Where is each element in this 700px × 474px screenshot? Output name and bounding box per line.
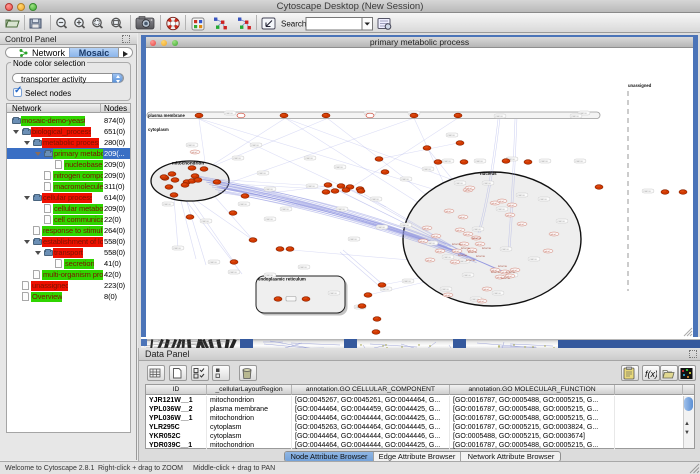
svg-text:lab el: lab el	[477, 244, 483, 246]
svg-text:nam e: nam e	[576, 160, 584, 163]
svg-text:lab el: lab el	[454, 251, 460, 253]
svg-text:nam e: nam e	[484, 182, 492, 185]
svg-text:lab el: lab el	[452, 262, 458, 264]
svg-text:nam e: nam e	[404, 280, 412, 283]
svg-text:nam e: nam e	[428, 242, 436, 245]
svg-text:nam e: nam e	[518, 194, 526, 197]
svg-text:nam e: nam e	[300, 266, 308, 269]
svg-text:nam e: nam e	[338, 208, 346, 211]
svg-text:nam e: nam e	[442, 288, 450, 291]
svg-text:la bel na: la bel na	[491, 272, 500, 274]
svg-text:lab el: lab el	[499, 201, 505, 203]
svg-text:nam e: nam e	[230, 271, 238, 274]
svg-text:lab el: lab el	[461, 244, 467, 246]
svg-text:nam e: nam e	[252, 144, 260, 147]
svg-text:cytoplasm: cytoplasm	[148, 127, 169, 132]
svg-text:lab el: lab el	[192, 152, 198, 154]
svg-text:nam e: nam e	[210, 261, 218, 264]
svg-text:Search:: Search:	[281, 20, 309, 29]
svg-text:nam e: nam e	[378, 226, 386, 229]
svg-text:la bel na: la bel na	[482, 248, 491, 250]
svg-text:lab el: lab el	[479, 301, 485, 303]
svg-text:plasma membrane: plasma membrane	[148, 113, 185, 118]
svg-text:lab el: lab el	[427, 260, 433, 262]
svg-text:nam e: nam e	[174, 247, 182, 250]
svg-text:nam e: nam e	[644, 190, 652, 193]
svg-text:nam e: nam e	[444, 160, 452, 163]
svg-text:la bel na: la bel na	[468, 252, 477, 254]
svg-text:la bel na: la bel na	[458, 255, 467, 257]
svg-text:la bel na: la bel na	[452, 244, 461, 246]
svg-text:nam e: nam e	[330, 292, 338, 295]
svg-text:nam e: nam e	[474, 228, 482, 231]
svg-text:lab el: lab el	[420, 241, 426, 243]
svg-text:lab el: lab el	[465, 234, 471, 236]
svg-text:mitochondrion: mitochondrion	[172, 161, 204, 166]
svg-text:lab el: lab el	[545, 251, 551, 253]
svg-text:nucleus: nucleus	[480, 171, 497, 176]
svg-text:nam e: nam e	[234, 157, 242, 160]
svg-text:lab el: lab el	[446, 211, 452, 213]
svg-text:nam e: nam e	[541, 160, 549, 163]
svg-text:unassigned: unassigned	[628, 83, 652, 88]
svg-text:lab el: lab el	[457, 230, 463, 232]
svg-text:nam e: nam e	[502, 248, 510, 251]
svg-text:lab el: lab el	[492, 203, 498, 205]
svg-text:nam e: nam e	[424, 168, 432, 171]
svg-text:nam e: nam e	[476, 160, 484, 163]
svg-text:lab el: lab el	[465, 190, 471, 192]
svg-text:f(x): f(x)	[645, 369, 657, 379]
svg-text:lab el: lab el	[519, 224, 525, 226]
svg-text:nam e: nam e	[464, 274, 472, 277]
svg-text:la bel na: la bel na	[501, 278, 510, 280]
svg-text:lab el: lab el	[551, 234, 557, 236]
svg-text:lab el: lab el	[424, 228, 430, 230]
svg-text:endoplasmic reticulum: endoplasmic reticulum	[258, 277, 306, 282]
svg-text:nam e: nam e	[558, 220, 566, 223]
svg-text:lab el: lab el	[509, 205, 515, 207]
svg-text:nam e: nam e	[494, 292, 502, 295]
svg-text:lab el: lab el	[484, 289, 490, 291]
svg-text:la bel na: la bel na	[476, 256, 485, 258]
svg-text:nam e: nam e	[164, 203, 172, 206]
svg-text:nam e: nam e	[572, 115, 580, 118]
svg-text:nam e: nam e	[350, 238, 358, 241]
svg-text:nam e: nam e	[226, 112, 234, 115]
svg-text:nam e: nam e	[372, 198, 380, 201]
svg-text:nam e: nam e	[402, 178, 410, 181]
svg-text:nam e: nam e	[308, 185, 316, 188]
svg-text:nam e: nam e	[259, 172, 267, 175]
svg-text:nam e: nam e	[188, 144, 196, 147]
svg-text:lab el: lab el	[433, 236, 439, 238]
svg-text:la bel na: la bel na	[461, 248, 470, 250]
svg-text:lab el: lab el	[460, 217, 466, 219]
svg-text:nam e: nam e	[240, 203, 248, 206]
svg-text:lab el: lab el	[445, 295, 451, 297]
svg-text:nam e: nam e	[456, 182, 464, 185]
svg-text:lab el: lab el	[467, 188, 473, 190]
svg-text:nam e: nam e	[496, 115, 504, 118]
svg-text:nam e: nam e	[402, 224, 410, 227]
svg-text:nam e: nam e	[498, 208, 506, 211]
svg-text:nam e: nam e	[266, 218, 274, 221]
svg-text:nam e: nam e	[282, 208, 290, 211]
svg-text:nam e: nam e	[444, 256, 452, 259]
svg-text:la bel na: la bel na	[506, 272, 515, 274]
svg-text:nam e: nam e	[448, 134, 456, 137]
svg-text:nam e: nam e	[540, 198, 548, 201]
svg-text:lab el: lab el	[507, 215, 513, 217]
svg-text:nam e: nam e	[306, 157, 314, 160]
svg-text:nam e: nam e	[382, 288, 390, 291]
svg-text:la bel na: la bel na	[472, 238, 481, 240]
svg-text:nam e: nam e	[530, 258, 538, 261]
svg-text:nam e: nam e	[202, 220, 210, 223]
svg-text:la bel na: la bel na	[498, 266, 507, 268]
svg-text:nam e: nam e	[336, 166, 344, 169]
svg-text:la bel na: la bel na	[466, 260, 475, 262]
svg-text:nam e: nam e	[266, 188, 274, 191]
svg-text:lab el: lab el	[437, 251, 443, 253]
